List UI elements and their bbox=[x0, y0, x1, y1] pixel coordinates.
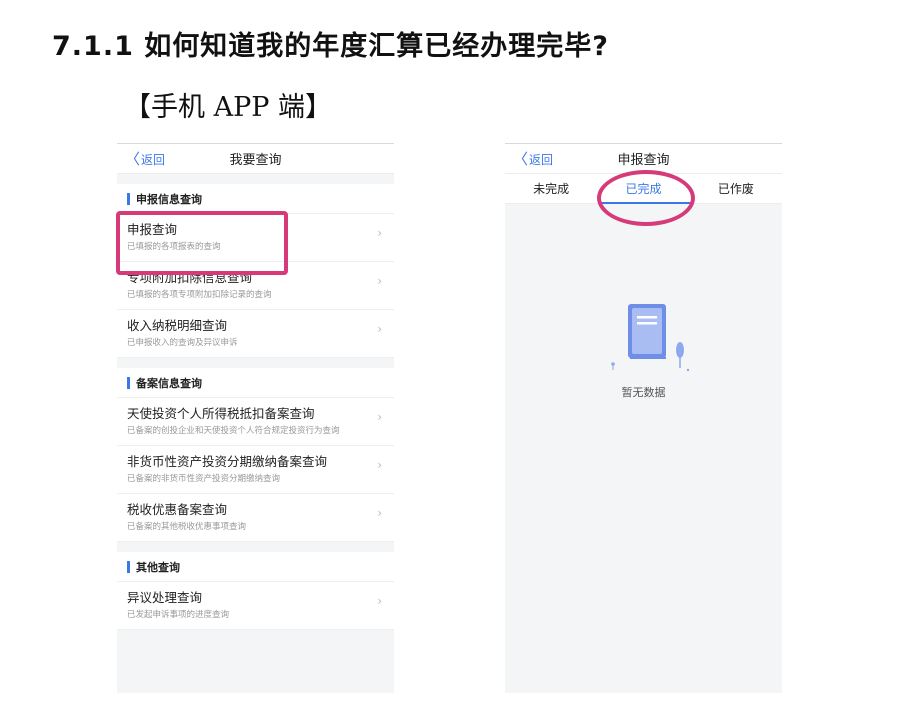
list-item-title: 非货币性资产投资分期缴纳备案查询 bbox=[127, 454, 328, 469]
tab-voided[interactable]: 已作废 bbox=[690, 174, 782, 203]
list-item-subtitle: 已发起申诉事项的进度查询 bbox=[127, 610, 230, 620]
section-marker bbox=[127, 560, 130, 573]
section-header-filing: 备案信息查询 bbox=[117, 368, 394, 398]
list-item-subtitle: 已备案的非货币性资产投资分期缴纳查询 bbox=[127, 474, 281, 484]
list-item-title: 税收优惠备案查询 bbox=[127, 502, 228, 517]
tab-incomplete[interactable]: 未完成 bbox=[505, 174, 597, 203]
section-header-label: 备案信息查询 bbox=[136, 376, 202, 390]
chevron-left-icon: 〈 bbox=[125, 149, 141, 168]
section-marker bbox=[127, 192, 130, 205]
highlight-annotation-circle bbox=[597, 170, 695, 226]
chevron-right-icon: › bbox=[377, 322, 382, 336]
chevron-right-icon: › bbox=[377, 226, 382, 240]
section-heading: 7.1.1 如何知道我的年度汇算已经办理完毕? bbox=[52, 31, 609, 62]
list-item-title: 收入纳税明细查询 bbox=[127, 318, 228, 333]
list-item-angel-investment-query[interactable]: 天使投资个人所得税抵扣备案查询 已备案的创投企业和天使投资个人符合规定投资行为查… bbox=[117, 398, 394, 446]
list-item-subtitle: 已备案的创投企业和天使投资个人符合规定投资行为查询 bbox=[127, 426, 340, 436]
section-header-label: 申报信息查询 bbox=[136, 192, 202, 206]
section-header-label: 其他查询 bbox=[136, 560, 180, 574]
list-item-non-monetary-asset-query[interactable]: 非货币性资产投资分期缴纳备案查询 已备案的非货币性资产投资分期缴纳查询 › bbox=[117, 446, 394, 494]
list-item-objection-query[interactable]: 异议处理查询 已发起申诉事项的进度查询 › bbox=[117, 582, 394, 630]
list-item-title: 异议处理查询 bbox=[127, 590, 203, 605]
list-item-income-tax-detail-query[interactable]: 收入纳税明细查询 已申报收入的查询及异议申诉 › bbox=[117, 310, 394, 358]
chevron-right-icon: › bbox=[377, 506, 382, 520]
platform-subheading: 【手机 APP 端】 bbox=[124, 92, 332, 123]
back-label: 返回 bbox=[529, 152, 554, 167]
nav-bar: 〈 返回 我要查询 bbox=[117, 144, 394, 174]
list-item-tax-incentive-query[interactable]: 税收优惠备案查询 已备案的其他税收优惠事项查询 › bbox=[117, 494, 394, 542]
back-label: 返回 bbox=[141, 152, 166, 167]
chevron-right-icon: › bbox=[377, 274, 382, 288]
chevron-right-icon: › bbox=[377, 594, 382, 608]
section-marker bbox=[127, 376, 130, 389]
empty-state-text: 暂无数据 bbox=[621, 386, 666, 399]
list-item-subtitle: 已申报收入的查询及异议申诉 bbox=[127, 338, 238, 348]
back-button[interactable]: 〈 返回 bbox=[513, 144, 553, 174]
back-button[interactable]: 〈 返回 bbox=[125, 144, 165, 174]
list-item-subtitle: 已备案的其他税收优惠事项查询 bbox=[127, 522, 247, 532]
chevron-left-icon: 〈 bbox=[513, 149, 529, 168]
list-item-title: 天使投资个人所得税抵扣备案查询 bbox=[127, 406, 315, 421]
chevron-right-icon: › bbox=[377, 410, 382, 424]
list-item-subtitle: 已填报的各项专项附加扣除记录的查询 bbox=[127, 290, 272, 300]
highlight-annotation-box bbox=[116, 211, 288, 275]
chevron-right-icon: › bbox=[377, 458, 382, 472]
section-header-declaration: 申报信息查询 bbox=[117, 184, 394, 214]
section-header-other: 其他查询 bbox=[117, 552, 394, 582]
empty-document-icon bbox=[611, 304, 690, 372]
